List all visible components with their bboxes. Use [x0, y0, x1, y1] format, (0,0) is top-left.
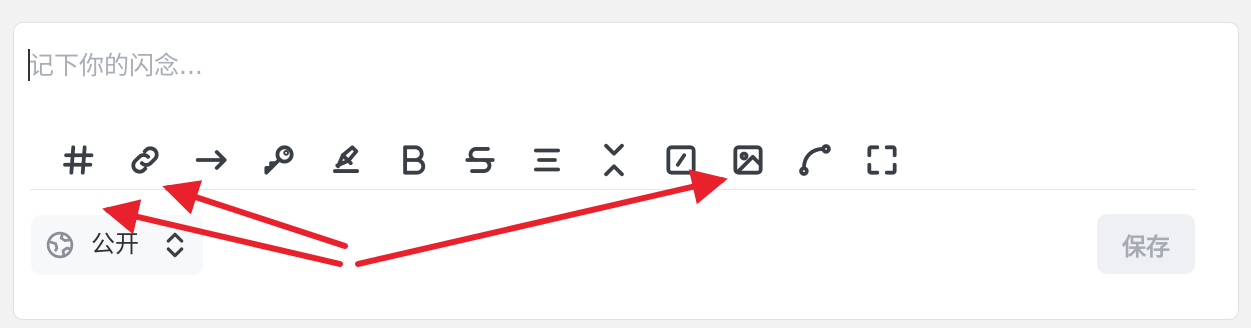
square-slash-icon[interactable] [657, 124, 705, 196]
arrow-right-icon[interactable] [188, 124, 236, 196]
text-caret [28, 49, 30, 81]
image-icon[interactable] [724, 124, 772, 196]
collapse-icon[interactable] [590, 124, 638, 196]
formatting-toolbar [44, 124, 924, 196]
strikethrough-icon[interactable] [456, 124, 504, 196]
memo-placeholder: 记下你的闪念... [29, 51, 203, 80]
memo-text-input[interactable]: 记下你的闪念... [28, 48, 929, 84]
hashtag-icon[interactable] [54, 124, 102, 196]
save-button[interactable]: 保存 [1097, 214, 1195, 274]
curve-icon[interactable] [791, 124, 839, 196]
chevron-up-down-icon [164, 229, 186, 261]
bold-icon[interactable] [389, 124, 437, 196]
align-center-icon[interactable] [523, 124, 571, 196]
visibility-selector[interactable]: 公开 [31, 215, 203, 275]
key-icon[interactable] [255, 124, 303, 196]
toolbar-divider [30, 189, 1196, 190]
fullscreen-icon[interactable] [858, 124, 906, 196]
globe-icon [45, 230, 75, 260]
visibility-label: 公开 [91, 230, 139, 258]
highlighter-icon[interactable] [322, 124, 370, 196]
link-icon[interactable] [121, 124, 169, 196]
